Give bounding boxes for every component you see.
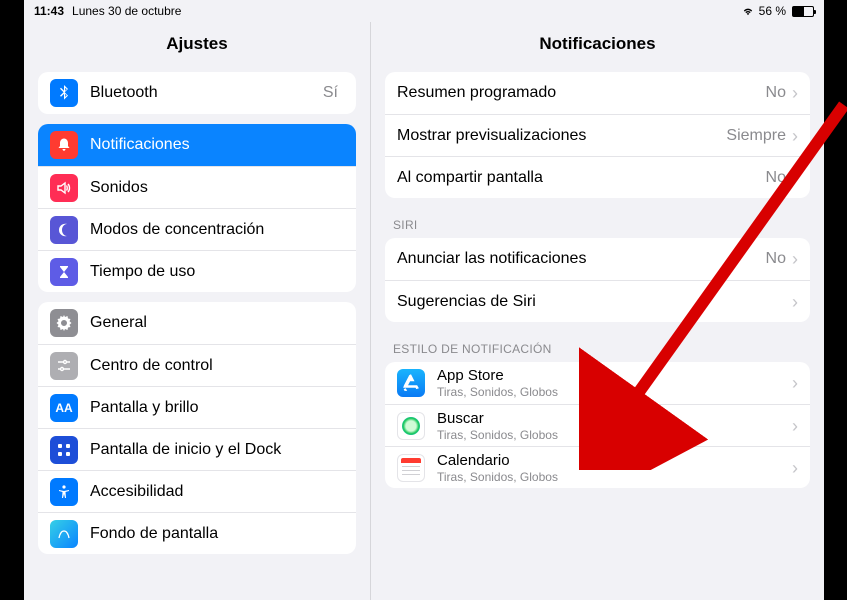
sidebar-item-value: Sí — [323, 84, 338, 102]
row-scheduled-summary[interactable]: Resumen programado No › — [385, 72, 810, 114]
row-value: No — [766, 84, 786, 102]
sidebar-item-bluetooth[interactable]: Bluetooth Sí — [38, 72, 356, 114]
row-show-previews[interactable]: Mostrar previsualizaciones Siempre › — [385, 114, 810, 156]
row-screen-sharing[interactable]: Al compartir pantalla No › — [385, 156, 810, 198]
chevron-right-icon: › — [792, 417, 798, 435]
sidebar-item-display[interactable]: AA Pantalla y brillo — [38, 386, 356, 428]
app-label: App Store — [437, 367, 792, 384]
row-label: Sugerencias de Siri — [397, 293, 792, 311]
sidebar-item-focus[interactable]: Modos de concentración — [38, 208, 356, 250]
sidebar-item-control-center[interactable]: Centro de control — [38, 344, 356, 386]
row-value: No — [766, 169, 786, 187]
section-header-style: ESTILO DE NOTIFICACIÓN — [385, 322, 810, 362]
sidebar-item-homescreen[interactable]: Pantalla de inicio y el Dock — [38, 428, 356, 470]
wifi-icon — [741, 6, 755, 16]
row-announce-notifications[interactable]: Anunciar las notificaciones No › — [385, 238, 810, 280]
sidebar-item-label: Tiempo de uso — [90, 263, 344, 281]
text-size-icon: AA — [50, 394, 78, 422]
row-label: Mostrar previsualizaciones — [397, 127, 726, 145]
app-label: Buscar — [437, 410, 792, 427]
sidebar-item-label: Accesibilidad — [90, 483, 344, 501]
sidebar-item-general[interactable]: General — [38, 302, 356, 344]
sidebar-item-notifications[interactable]: Notificaciones — [38, 124, 356, 166]
battery-percent: 56 % — [759, 4, 786, 18]
moon-icon — [50, 216, 78, 244]
chevron-right-icon: › — [792, 169, 798, 187]
battery-icon — [792, 6, 814, 17]
sidebar-item-label: Pantalla de inicio y el Dock — [90, 441, 344, 459]
row-label: Al compartir pantalla — [397, 169, 766, 187]
chevron-right-icon: › — [792, 127, 798, 145]
row-label: Anunciar las notificaciones — [397, 250, 766, 268]
status-date: Lunes 30 de octubre — [72, 4, 181, 18]
app-sublabel: Tiras, Sonidos, Globos — [437, 385, 792, 399]
app-sublabel: Tiras, Sonidos, Globos — [437, 470, 792, 484]
findmy-icon — [397, 412, 425, 440]
sliders-icon — [50, 352, 78, 380]
chevron-right-icon: › — [792, 250, 798, 268]
wallpaper-icon — [50, 520, 78, 548]
chevron-right-icon: › — [792, 293, 798, 311]
app-sublabel: Tiras, Sonidos, Globos — [437, 428, 792, 442]
sidebar-item-label: Pantalla y brillo — [90, 399, 344, 417]
app-row-findmy[interactable]: Buscar Tiras, Sonidos, Globos › — [385, 404, 810, 446]
chevron-right-icon: › — [792, 374, 798, 392]
chevron-right-icon: › — [792, 459, 798, 477]
sidebar-item-label: General — [90, 314, 344, 332]
accessibility-icon — [50, 478, 78, 506]
sidebar-item-screentime[interactable]: Tiempo de uso — [38, 250, 356, 292]
calendar-icon — [397, 454, 425, 482]
app-row-appstore[interactable]: App Store Tiras, Sonidos, Globos › — [385, 362, 810, 404]
status-time: 11:43 — [34, 4, 64, 18]
sidebar-item-sounds[interactable]: Sonidos — [38, 166, 356, 208]
bell-icon — [50, 131, 78, 159]
sidebar-item-label: Sonidos — [90, 179, 344, 197]
sidebar-title: Ajustes — [24, 22, 370, 64]
sidebar-item-label: Fondo de pantalla — [90, 525, 344, 543]
sidebar-item-label: Bluetooth — [90, 84, 323, 102]
speaker-icon — [50, 174, 78, 202]
chevron-right-icon: › — [792, 84, 798, 102]
appstore-icon — [397, 369, 425, 397]
grid-icon — [50, 436, 78, 464]
detail-title: Notificaciones — [371, 22, 824, 64]
hourglass-icon — [50, 258, 78, 286]
row-value: No — [766, 250, 786, 268]
row-value: Siempre — [726, 127, 786, 145]
sidebar-item-label: Notificaciones — [90, 136, 344, 154]
status-bar: 11:43 Lunes 30 de octubre 56 % — [24, 0, 824, 22]
gear-icon — [50, 309, 78, 337]
app-label: Calendario — [437, 452, 792, 469]
sidebar-item-label: Centro de control — [90, 357, 344, 375]
sidebar-item-label: Modos de concentración — [90, 221, 344, 239]
bluetooth-icon — [50, 79, 78, 107]
section-header-siri: SIRI — [385, 198, 810, 238]
sidebar-item-accessibility[interactable]: Accesibilidad — [38, 470, 356, 512]
sidebar-item-wallpaper[interactable]: Fondo de pantalla — [38, 512, 356, 554]
row-label: Resumen programado — [397, 84, 766, 102]
row-siri-suggestions[interactable]: Sugerencias de Siri › — [385, 280, 810, 322]
app-row-calendar[interactable]: Calendario Tiras, Sonidos, Globos › — [385, 446, 810, 488]
